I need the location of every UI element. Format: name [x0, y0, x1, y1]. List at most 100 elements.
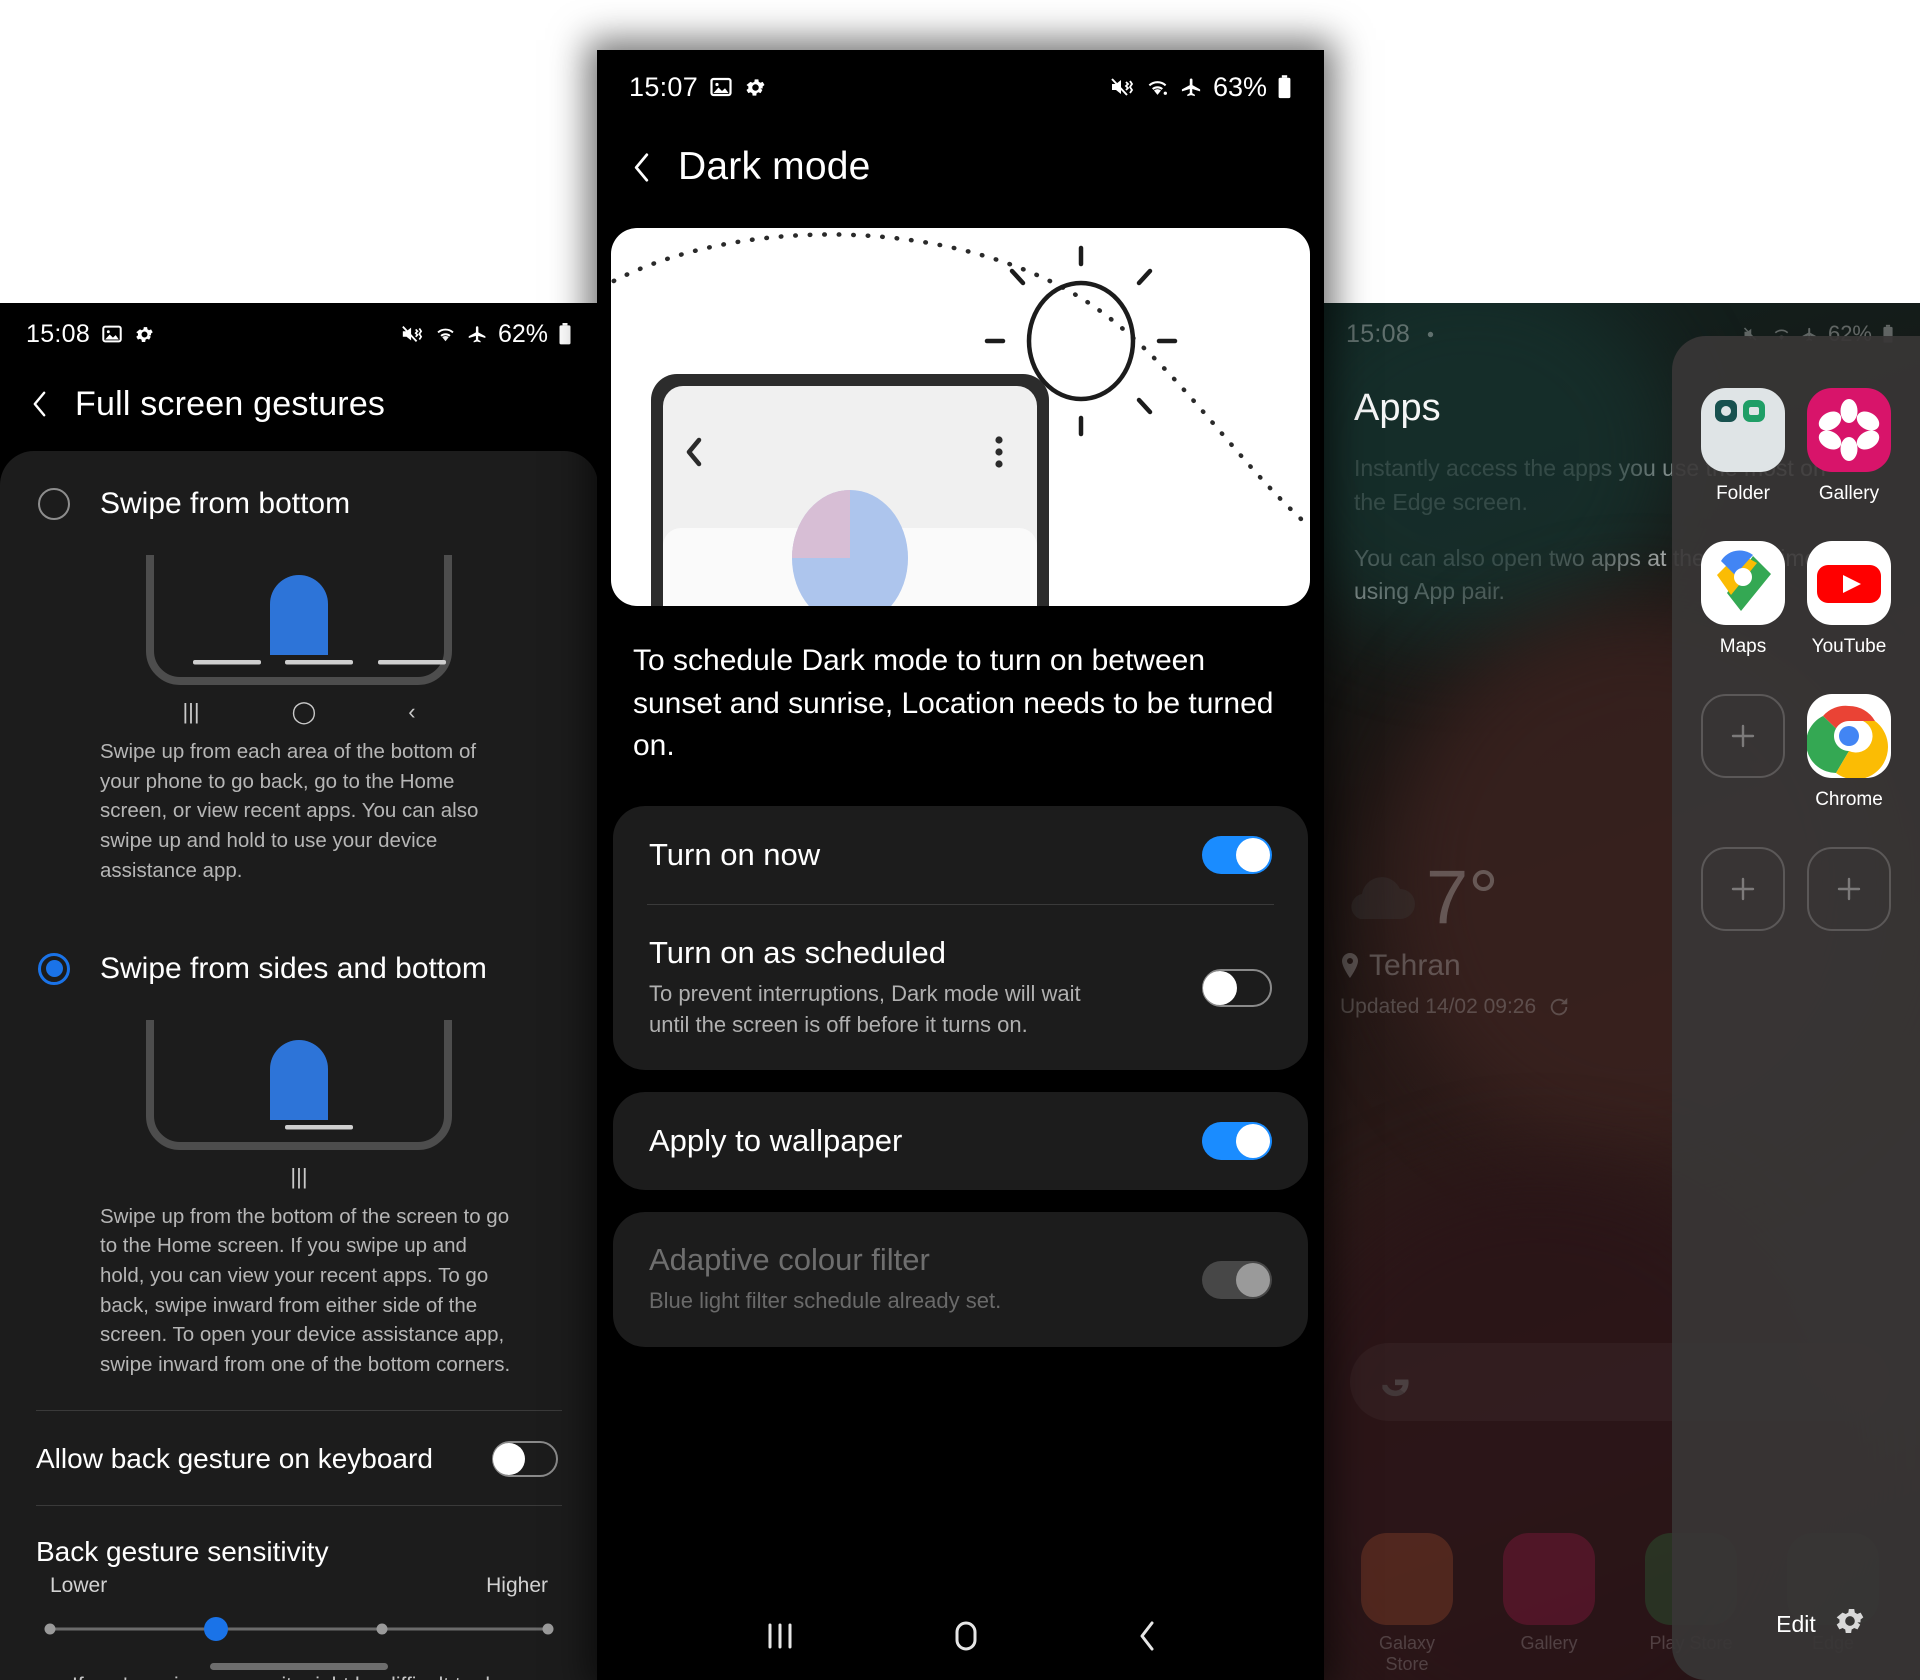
edge-app-folder[interactable]: Folder: [1690, 388, 1796, 505]
airplane-mode-icon: [1180, 76, 1203, 99]
status-time: 15:08: [26, 319, 91, 348]
row-text: Apply to wallpaper: [649, 1123, 902, 1159]
dark-mode-schedule-card: Turn on now Turn on as scheduled To prev…: [613, 805, 1308, 1071]
status-bar: 15:07 63%: [597, 50, 1324, 124]
app-bar: Full screen gestures: [0, 365, 598, 443]
slider-low-label: Lower: [50, 1573, 108, 1597]
mute-vibrate-icon: [1109, 75, 1135, 99]
nav-hint-row: |||: [0, 1164, 598, 1190]
row-text: Turn on now: [649, 837, 820, 873]
adaptive-colour-filter-card: Adaptive colour filter Blue light filter…: [613, 1212, 1308, 1348]
slider-end-labels: Lower Higher: [36, 1574, 562, 1618]
row-subtitle: To prevent interruptions, Dark mode will…: [649, 980, 1081, 1037]
slider-tick[interactable]: [376, 1623, 388, 1635]
turn-on-as-scheduled-toggle[interactable]: [1202, 968, 1272, 1007]
slider-thumb[interactable]: [203, 1616, 228, 1641]
add-icon[interactable]: [1701, 847, 1785, 931]
turn-on-now-toggle[interactable]: [1202, 835, 1272, 874]
bottom-bar-inner: [1833, 1604, 1920, 1638]
dark-mode-illustration: [611, 228, 1310, 606]
toggle-knob: [1236, 837, 1270, 872]
edge-app-youtube[interactable]: YouTube: [1796, 541, 1902, 658]
location-pin-icon: [1340, 952, 1360, 979]
edge-app-gallery[interactable]: Gallery: [1796, 388, 1902, 505]
row-label: Back gesture sensitivity: [36, 1535, 329, 1567]
row-label: Allow back gesture on keyboard: [36, 1442, 433, 1474]
battery-icon: [558, 322, 572, 346]
keyboard-back-gesture-toggle[interactable]: [492, 1440, 558, 1477]
row-apply-to-wallpaper[interactable]: Apply to wallpaper: [613, 1092, 1308, 1190]
edge-panel-bottom-bar: [1320, 1604, 1920, 1638]
recents-button[interactable]: [763, 1621, 797, 1651]
edge-app-label: Folder: [1716, 483, 1770, 504]
wifi-icon: [434, 324, 457, 344]
add-icon[interactable]: [1807, 847, 1891, 931]
back-button[interactable]: [1136, 1619, 1158, 1653]
edge-app-label: Maps: [1719, 636, 1767, 657]
edge-app-maps[interactable]: Maps: [1690, 541, 1796, 658]
edge-panel: Folder Gallery Maps YouTube Chrome Edit: [1672, 336, 1920, 1680]
swipe-from-sides-illustration: [0, 1012, 598, 1160]
slider-track: [50, 1627, 548, 1631]
edge-app-empty-slot[interactable]: [1690, 847, 1796, 931]
allow-back-gesture-on-keyboard-row[interactable]: Allow back gesture on keyboard: [0, 1411, 598, 1505]
edge-app-empty-slot[interactable]: [1690, 694, 1796, 811]
gesture-option-swipe-from-bottom[interactable]: Swipe from bottom ||| ◯ ‹ Swipe up from …: [0, 451, 598, 916]
refresh-icon[interactable]: [1548, 996, 1570, 1018]
status-bar: 15:08 62%: [0, 303, 598, 365]
back-button[interactable]: [32, 390, 47, 418]
status-time: 15:07: [629, 71, 699, 102]
row-subtitle: Blue light filter schedule already set.: [649, 1288, 1002, 1314]
apply-to-wallpaper-toggle[interactable]: [1202, 1122, 1272, 1161]
row-text: Adaptive colour filter Blue light filter…: [649, 1242, 1001, 1317]
app-bar: Dark mode: [597, 124, 1324, 210]
apply-to-wallpaper-card: Apply to wallpaper: [613, 1092, 1308, 1191]
phone-screen-edge-panel: 15:08 62% Apps Instantly access the apps…: [1320, 303, 1920, 1680]
recents-hint-icon: |||: [182, 699, 200, 724]
add-icon[interactable]: [1701, 694, 1785, 778]
weather-widget[interactable]: 7° Tehran Updated 14/02 09:26: [1340, 860, 1670, 1019]
row-turn-on-as-scheduled[interactable]: Turn on as scheduled To prevent interrup…: [613, 905, 1308, 1071]
edge-app-chrome[interactable]: Chrome: [1796, 694, 1902, 811]
weather-updated-row: Updated 14/02 09:26: [1340, 995, 1670, 1019]
youtube-icon: [1807, 541, 1891, 625]
back-gesture-sensitivity-header: Back gesture sensitivity: [0, 1506, 598, 1574]
status-bar-right: 62%: [400, 320, 572, 349]
maps-icon: [1701, 541, 1785, 625]
option-header: Swipe from bottom: [0, 451, 598, 521]
status-bar-left: 15:07: [629, 72, 767, 103]
background-app-label: Galaxy Store: [1378, 1633, 1436, 1674]
row-turn-on-now[interactable]: Turn on now: [613, 806, 1308, 904]
image-icon: [101, 323, 123, 345]
chrome-icon: [1807, 694, 1891, 778]
back-button[interactable]: [633, 152, 650, 183]
back-gesture-sensitivity-slider[interactable]: [44, 1616, 554, 1641]
sensitivity-help-text: If you're using a case, it might be diff…: [36, 1640, 562, 1680]
slider-tick[interactable]: [542, 1623, 554, 1635]
weather-location: Tehran: [1369, 948, 1461, 982]
option-header: Swipe from sides and bottom: [0, 916, 598, 986]
gear-icon[interactable]: [1833, 1604, 1867, 1638]
home-button[interactable]: [949, 1619, 983, 1653]
edge-app-label: Gallery: [1818, 483, 1880, 504]
row-title: Adaptive colour filter: [649, 1242, 930, 1278]
recents-hint-icon: |||: [290, 1163, 308, 1189]
slider-high-label: Higher: [486, 1573, 548, 1597]
battery-icon: [1277, 74, 1292, 100]
radio-swipe-from-bottom[interactable]: [38, 488, 70, 520]
screenshot-stage: 15:08 62% Full screen gestures Swipe fro…: [0, 0, 1920, 1680]
phone-screen-dark-mode: 15:07 63% Dark mode To schedule Dark mod…: [597, 50, 1324, 1680]
row-title: Apply to wallpaper: [649, 1123, 903, 1159]
cloud-icon: [1340, 873, 1418, 923]
status-bar-left: 15:08: [26, 320, 155, 349]
gear-icon: [1421, 325, 1440, 344]
adaptive-colour-filter-toggle: [1202, 1260, 1272, 1299]
back-hint-icon: ‹: [408, 699, 416, 724]
radio-swipe-from-sides-and-bottom[interactable]: [38, 952, 70, 985]
edge-app-empty-slot[interactable]: [1796, 847, 1902, 931]
edge-app-grid: Folder Gallery Maps YouTube Chrome: [1672, 388, 1920, 931]
wifi-icon: [1145, 76, 1170, 98]
gesture-option-swipe-from-sides-and-bottom[interactable]: Swipe from sides and bottom ||| Swipe up…: [0, 916, 598, 1410]
slider-tick[interactable]: [44, 1623, 56, 1635]
row-text: Turn on as scheduled To prevent interrup…: [649, 935, 1081, 1041]
